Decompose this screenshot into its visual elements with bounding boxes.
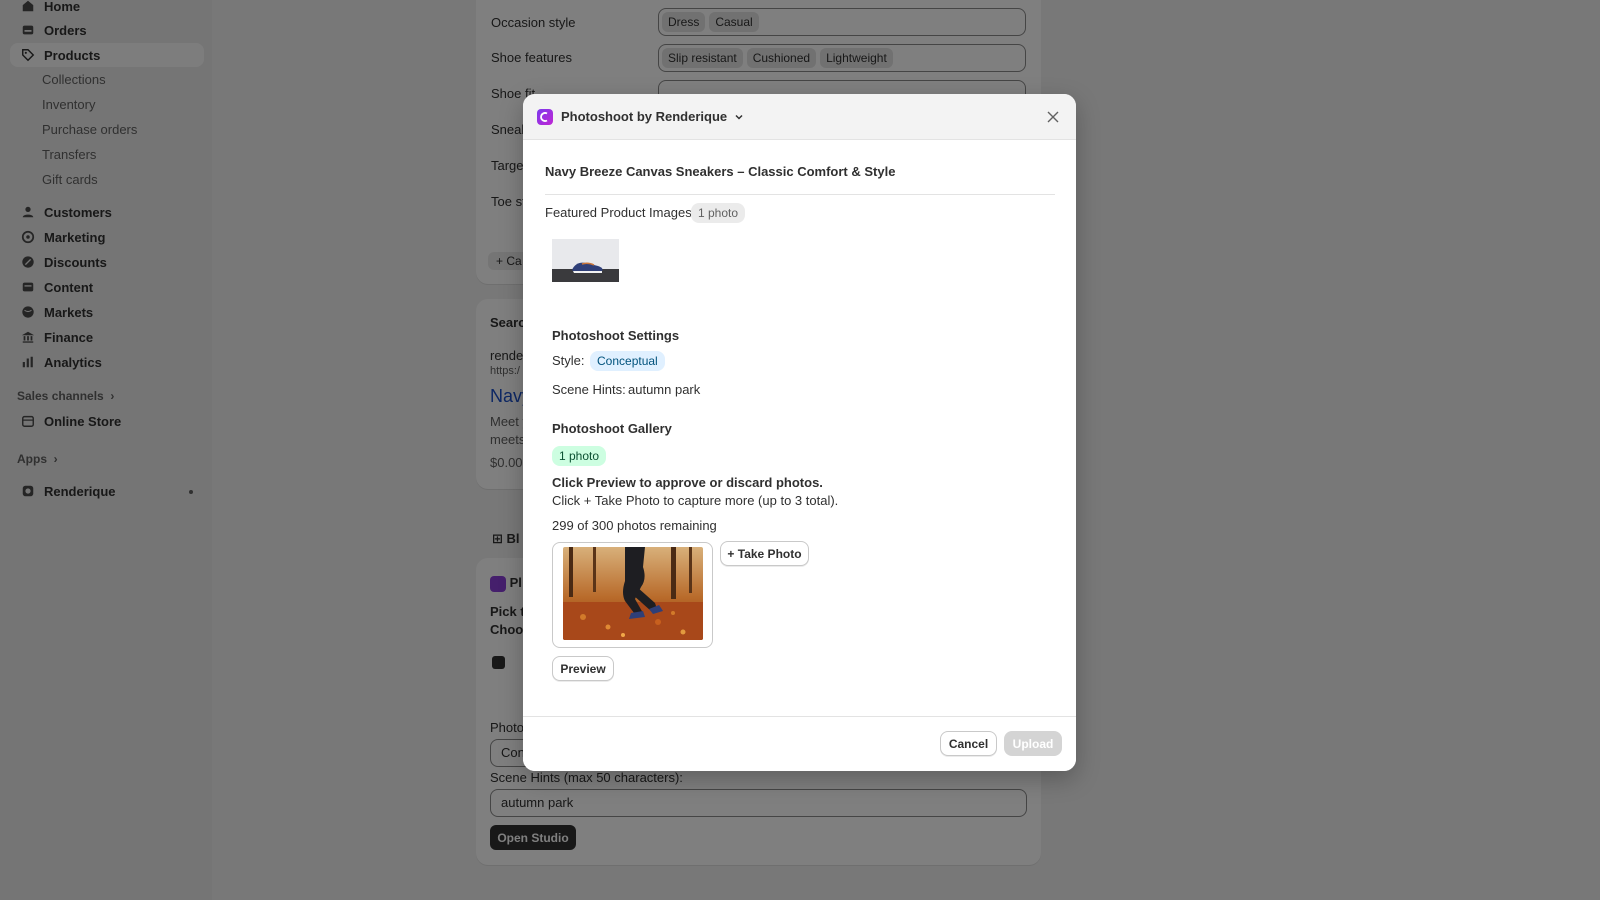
modal-title[interactable]: Photoshoot by Renderique xyxy=(561,109,727,124)
featured-count-badge: 1 photo xyxy=(691,203,746,223)
instruction-take-photo: Click + Take Photo to capture more (up t… xyxy=(552,493,839,508)
preview-button[interactable]: Preview xyxy=(552,656,614,681)
renderique-logo-icon xyxy=(537,108,553,125)
instruction-preview: Click Preview to approve or discard phot… xyxy=(552,475,823,490)
modal-header: Photoshoot by Renderique xyxy=(523,94,1076,140)
gallery-count-badge: 1 photo xyxy=(552,446,607,466)
gallery-photo-card[interactable] xyxy=(552,542,713,648)
divider xyxy=(545,194,1055,195)
close-icon xyxy=(1047,111,1059,123)
close-button[interactable] xyxy=(1044,108,1062,126)
take-photo-button[interactable]: + Take Photo xyxy=(720,541,809,566)
featured-product-image[interactable] xyxy=(552,239,619,282)
scene-hints-label: Scene Hints: xyxy=(552,382,626,397)
cancel-button[interactable]: Cancel xyxy=(940,731,997,756)
gallery-title: Photoshoot Gallery xyxy=(552,421,672,436)
gallery-photo[interactable] xyxy=(563,547,703,640)
scene-hints-value: autumn park xyxy=(628,382,701,397)
product-title: Navy Breeze Canvas Sneakers – Classic Co… xyxy=(545,164,896,179)
settings-title: Photoshoot Settings xyxy=(552,328,680,343)
upload-button[interactable]: Upload xyxy=(1004,731,1062,756)
style-label: Style: xyxy=(552,353,585,368)
modal-footer: Cancel Upload xyxy=(523,716,1076,771)
photoshoot-modal: Photoshoot by Renderique Navy Breeze Can… xyxy=(523,94,1076,771)
style-badge: Conceptual xyxy=(590,351,665,371)
photos-remaining: 299 of 300 photos remaining xyxy=(552,518,717,533)
featured-images-label: Featured Product Images xyxy=(545,205,692,220)
chevron-down-icon[interactable] xyxy=(733,111,745,123)
